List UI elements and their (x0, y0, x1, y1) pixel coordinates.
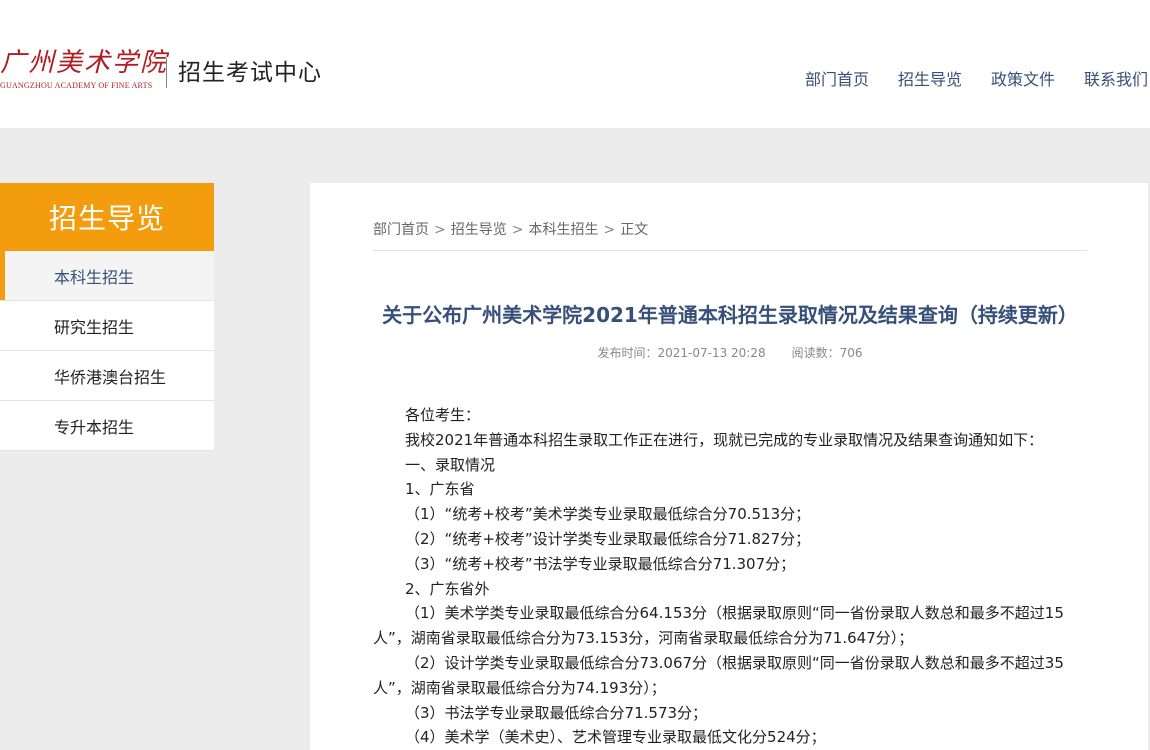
breadcrumb: 部门首页 > 招生导览 > 本科生招生 > 正文 (373, 219, 1087, 251)
breadcrumb-undergraduate[interactable]: 本科生招生 (528, 219, 598, 239)
sidebar-item-undergraduate[interactable]: 本科生招生 (0, 251, 214, 301)
nav-policy-documents[interactable]: 政策文件 (991, 68, 1055, 92)
paragraph: （2）“统考+校考”设计学类专业录取最低综合分71.827分； (405, 529, 811, 548)
breadcrumb-current: 正文 (620, 222, 649, 238)
paragraph: （3）“统考+校考”书法学专业录取最低综合分71.307分； (405, 554, 796, 573)
paragraph: （1）美术学类专业录取最低综合分64.153分（根据录取原则“同一省份录取人数总… (373, 604, 1064, 648)
nav-home[interactable]: 部门首页 (805, 68, 869, 92)
sidebar-item-graduate[interactable]: 研究生招生 (0, 301, 214, 351)
logo-calligraphy: 广州美术学院 (0, 48, 169, 78)
paragraph: （4）美术学（美术史）、艺术管理专业录取最低文化分524分； (405, 728, 826, 747)
paragraph: 1、广东省 (405, 480, 475, 499)
paragraph: （1）“统考+校考”美术学类专业录取最低综合分70.513分； (405, 505, 811, 524)
paragraph: 2、广东省外 (405, 579, 490, 598)
breadcrumb-home[interactable]: 部门首页 (373, 219, 429, 239)
paragraph: （2）设计学类专业录取最低综合分73.067分（根据录取原则“同一省份录取人数总… (373, 653, 1064, 697)
sidebar-title: 招生导览 (0, 183, 214, 251)
top-navigation: 部门首页 招生导览 政策文件 联系我们 (805, 68, 1148, 92)
paragraph: 各位考生： (405, 406, 481, 424)
article-title: 关于公布广州美术学院2021年普通本科招生录取情况及结果查询（持续更新） (382, 303, 1078, 327)
nav-contact-us[interactable]: 联系我们 (1084, 68, 1148, 92)
publish-time: 发布时间：2021-07-13 20:28 (597, 346, 766, 360)
logo-divider (166, 58, 167, 88)
sidebar-item-overseas[interactable]: 华侨港澳台招生 (0, 351, 214, 401)
breadcrumb-separator: > (511, 222, 524, 238)
academy-logo[interactable]: 广州美术学院 GUANGZHOU ACADEMY OF FINE ARTS (0, 48, 166, 96)
logo-english-name: GUANGZHOU ACADEMY OF FINE ARTS (0, 81, 153, 90)
sidebar-item-upgrade[interactable]: 专升本招生 (0, 401, 214, 451)
article-body: 各位考生： 我校2021年普通本科招生录取工作正在进行，现就已完成的专业录取情况… (373, 403, 1087, 750)
site-title: 招生考试中心 (178, 60, 322, 86)
paragraph: （3）书法学专业录取最低综合分71.573分； (405, 703, 708, 722)
breadcrumb-separator: > (603, 222, 616, 238)
breadcrumb-separator: > (434, 222, 446, 238)
breadcrumb-admission-guide[interactable]: 招生导览 (451, 219, 507, 239)
article-panel: 部门首页 > 招生导览 > 本科生招生 > 正文 关于公布广州美术学院2021年普通本科招生… (310, 183, 1148, 750)
view-count: 阅读数：706 (791, 346, 863, 360)
paragraph: 我校2021年普通本科招生录取工作正在进行，现就已完成的专业录取情况及结果查询通… (405, 430, 1044, 449)
site-header: 广州美术学院 GUANGZHOU ACADEMY OF FINE ARTS 招生… (0, 0, 1150, 128)
nav-admission-guide[interactable]: 招生导览 (898, 68, 962, 92)
article-meta: 发布时间：2021-07-13 20:28 阅读数：706 (373, 344, 1087, 361)
paragraph: 一、录取情况 (405, 455, 496, 474)
sidebar: 招生导览 本科生招生 研究生招生 华侨港澳台招生 专升本招生 (0, 183, 214, 451)
